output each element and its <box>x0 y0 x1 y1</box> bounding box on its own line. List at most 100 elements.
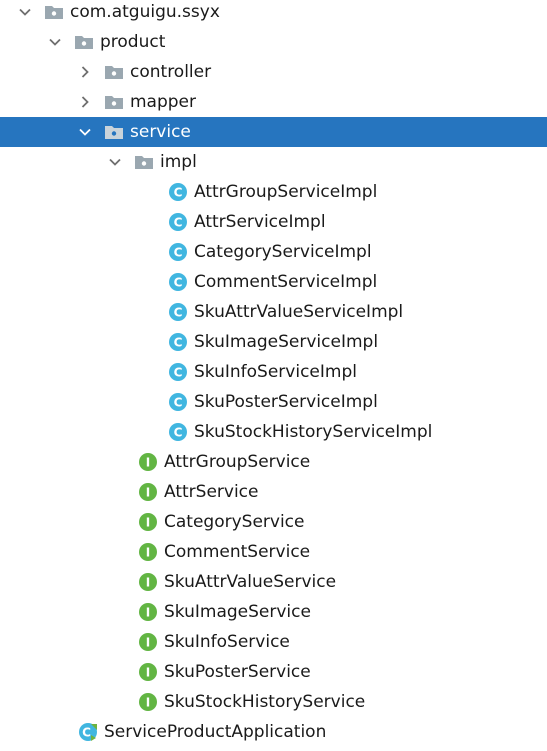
tree-node-interface[interactable]: I CommentService <box>0 537 547 567</box>
tree-node-label: CategoryService <box>164 512 305 532</box>
class-icon: C <box>168 392 188 412</box>
tree-node-interface[interactable]: I CategoryService <box>0 507 547 537</box>
svg-text:I: I <box>146 516 150 530</box>
tree-node-label: SkuImageService <box>164 602 311 622</box>
interface-icon: I <box>138 632 158 652</box>
tree-node-class[interactable]: C CategoryServiceImpl <box>0 237 547 267</box>
interface-icon: I <box>138 482 158 502</box>
tree-node-label: CommentServiceImpl <box>194 272 378 292</box>
interface-icon: I <box>138 452 158 472</box>
tree-node-class[interactable]: C AttrServiceImpl <box>0 207 547 237</box>
tree-node-application[interactable]: C ServiceProductApplication <box>0 717 547 747</box>
tree-node-label: SkuStockHistoryServiceImpl <box>194 422 433 442</box>
tree-node-mapper[interactable]: mapper <box>0 87 547 117</box>
tree-node-label: SkuAttrValueService <box>164 572 337 592</box>
tree-node-interface[interactable]: I SkuImageService <box>0 597 547 627</box>
svg-text:I: I <box>146 576 150 590</box>
tree-node-interface[interactable]: I SkuAttrValueService <box>0 567 547 597</box>
tree-node-label: SkuStockHistoryService <box>164 692 366 712</box>
tree-node-class[interactable]: C CommentServiceImpl <box>0 267 547 297</box>
tree-node-impl[interactable]: impl <box>0 147 547 177</box>
class-icon: C <box>168 362 188 382</box>
class-icon: C <box>168 212 188 232</box>
spring-boot-application-icon: C <box>78 722 98 742</box>
tree-node-label: impl <box>160 152 197 172</box>
svg-text:I: I <box>146 456 150 470</box>
svg-text:I: I <box>146 666 150 680</box>
svg-text:I: I <box>146 546 150 560</box>
project-tree: com.atguigu.ssyx product controller mapp… <box>0 0 547 751</box>
tree-node-label: AttrServiceImpl <box>194 212 326 232</box>
class-icon: C <box>168 422 188 442</box>
tree-node-label: controller <box>130 62 212 82</box>
package-folder-icon <box>74 32 94 52</box>
svg-text:C: C <box>174 186 183 200</box>
interface-icon: I <box>138 542 158 562</box>
tree-node-label: CategoryServiceImpl <box>194 242 372 262</box>
interface-icon: I <box>138 602 158 622</box>
package-folder-icon <box>104 62 124 82</box>
svg-text:C: C <box>174 216 183 230</box>
svg-text:C: C <box>174 366 183 380</box>
tree-node-class[interactable]: C SkuAttrValueServiceImpl <box>0 297 547 327</box>
tree-node-label: ServiceProductApplication <box>104 722 327 742</box>
tree-node-class[interactable]: C AttrGroupServiceImpl <box>0 177 547 207</box>
class-icon: C <box>168 242 188 262</box>
tree-node-interface[interactable]: I SkuPosterService <box>0 657 547 687</box>
tree-node-service[interactable]: service <box>0 117 547 147</box>
tree-node-interface[interactable]: I AttrGroupService <box>0 447 547 477</box>
svg-text:C: C <box>82 726 91 740</box>
package-folder-icon <box>104 122 124 142</box>
package-folder-icon <box>104 92 124 112</box>
tree-node-product[interactable]: product <box>0 27 547 57</box>
tree-node-class[interactable]: C SkuImageServiceImpl <box>0 327 547 357</box>
svg-text:I: I <box>146 606 150 620</box>
tree-node-label: AttrService <box>164 482 259 502</box>
tree-node-label: product <box>100 32 166 52</box>
tree-node-controller[interactable]: controller <box>0 57 547 87</box>
chevron-down-icon[interactable] <box>78 125 92 139</box>
tree-node-label: service <box>130 122 191 142</box>
tree-node-label: mapper <box>130 92 197 112</box>
svg-text:C: C <box>174 276 183 290</box>
svg-text:I: I <box>146 636 150 650</box>
tree-node-root-package[interactable]: com.atguigu.ssyx <box>0 0 547 27</box>
class-icon: C <box>168 332 188 352</box>
tree-node-interface[interactable]: I SkuStockHistoryService <box>0 687 547 717</box>
interface-icon: I <box>138 572 158 592</box>
chevron-down-icon[interactable] <box>108 155 122 169</box>
package-folder-icon <box>44 2 64 22</box>
tree-node-label: SkuPosterServiceImpl <box>194 392 378 412</box>
svg-text:I: I <box>146 486 150 500</box>
tree-node-label: SkuImageServiceImpl <box>194 332 379 352</box>
class-icon: C <box>168 182 188 202</box>
tree-node-label: CommentService <box>164 542 311 562</box>
tree-node-label: AttrGroupServiceImpl <box>194 182 378 202</box>
chevron-down-icon[interactable] <box>48 35 62 49</box>
tree-node-label: com.atguigu.ssyx <box>70 2 220 22</box>
tree-node-label: SkuInfoService <box>164 632 290 652</box>
interface-icon: I <box>138 692 158 712</box>
svg-text:C: C <box>174 336 183 350</box>
tree-node-interface[interactable]: I SkuInfoService <box>0 627 547 657</box>
svg-text:I: I <box>146 696 150 710</box>
svg-text:C: C <box>174 246 183 260</box>
tree-node-label: AttrGroupService <box>164 452 311 472</box>
chevron-right-icon[interactable] <box>78 65 92 79</box>
tree-node-label: SkuPosterService <box>164 662 311 682</box>
svg-text:C: C <box>174 396 183 410</box>
tree-node-class[interactable]: C SkuPosterServiceImpl <box>0 387 547 417</box>
class-icon: C <box>168 272 188 292</box>
chevron-down-icon[interactable] <box>18 5 32 19</box>
svg-text:C: C <box>174 426 183 440</box>
tree-node-class[interactable]: C SkuStockHistoryServiceImpl <box>0 417 547 447</box>
package-folder-icon <box>134 152 154 172</box>
svg-text:C: C <box>174 306 183 320</box>
tree-node-class[interactable]: C SkuInfoServiceImpl <box>0 357 547 387</box>
chevron-right-icon[interactable] <box>78 95 92 109</box>
tree-node-interface[interactable]: I AttrService <box>0 477 547 507</box>
tree-node-label: SkuInfoServiceImpl <box>194 362 357 382</box>
interface-icon: I <box>138 512 158 532</box>
interface-icon: I <box>138 662 158 682</box>
class-icon: C <box>168 302 188 322</box>
